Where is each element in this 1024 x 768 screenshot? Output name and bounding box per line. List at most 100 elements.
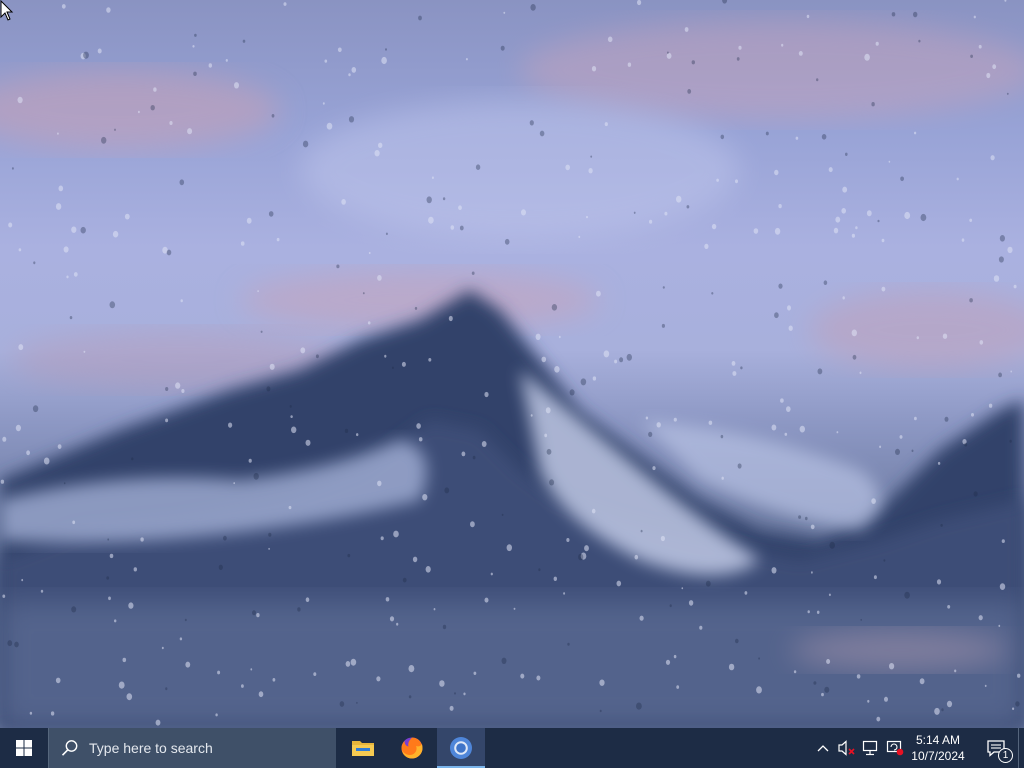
raindrop	[793, 670, 797, 674]
raindrop	[0, 479, 5, 484]
raindrop	[73, 272, 78, 277]
raindrop	[645, 416, 649, 420]
raindrop	[122, 657, 127, 663]
raindrop	[676, 195, 682, 203]
raindrop	[774, 312, 779, 319]
raindrop	[669, 604, 672, 608]
raindrop	[867, 699, 870, 703]
raindrop	[835, 216, 841, 223]
taskbar-app-file-explorer[interactable]	[339, 728, 387, 768]
raindrop	[816, 610, 820, 614]
raindrop	[475, 164, 481, 170]
raindrop	[118, 681, 125, 689]
notification-count-badge: 1	[998, 748, 1013, 763]
raindrop	[871, 498, 876, 504]
network-button[interactable]	[860, 728, 882, 768]
raindrop	[1013, 284, 1017, 289]
raindrop	[350, 658, 357, 666]
raindrop	[341, 199, 346, 205]
raindrop	[348, 116, 355, 123]
raindrop	[433, 608, 436, 611]
raindrop	[356, 433, 359, 437]
raindrop	[940, 523, 943, 527]
raindrop	[422, 494, 428, 501]
raindrop	[29, 711, 33, 715]
raindrop	[1009, 439, 1012, 443]
taskbar-app-firefox[interactable]	[388, 728, 436, 768]
raindrop	[918, 39, 921, 43]
raindrop	[828, 167, 833, 173]
raindrop	[530, 414, 533, 417]
raindrop	[246, 217, 252, 224]
raindrop	[864, 53, 870, 61]
raindrop	[161, 646, 164, 650]
raindrop	[418, 15, 422, 21]
raindrop	[956, 177, 959, 181]
raindrop	[106, 7, 111, 13]
raindrop	[18, 248, 22, 252]
raindrop	[326, 122, 333, 130]
raindrop	[501, 657, 507, 664]
raindrop	[18, 344, 24, 351]
raindrop	[21, 578, 24, 582]
raindrop	[781, 43, 784, 47]
show-desktop-button[interactable]	[1018, 728, 1024, 768]
raindrop	[876, 716, 881, 722]
raindrop	[268, 532, 272, 537]
raindrop	[63, 482, 66, 485]
raindrop	[558, 335, 561, 339]
raindrop	[1012, 707, 1015, 710]
raindrop	[816, 78, 819, 82]
show-hidden-icons-button[interactable]	[812, 728, 834, 768]
raindrop	[426, 196, 432, 204]
raindrop	[899, 435, 903, 439]
taskbar-app-chrome[interactable]	[437, 728, 485, 768]
raindrop	[711, 223, 717, 230]
windows-update-button[interactable]	[884, 728, 906, 768]
raindrop	[664, 211, 668, 216]
raindrop	[225, 59, 228, 62]
raindrop	[988, 403, 993, 408]
raindrop	[691, 60, 695, 65]
raindrop	[554, 366, 560, 373]
raindrop	[973, 491, 978, 497]
raindrop	[588, 168, 593, 174]
raindrop	[179, 179, 185, 186]
raindrop	[253, 472, 259, 480]
raindrop	[546, 448, 552, 455]
action-center-button[interactable]: 1	[978, 728, 1014, 768]
taskbar-search-box[interactable]: Type here to search	[48, 728, 336, 768]
raindrop	[888, 160, 891, 163]
raindrop	[140, 537, 144, 542]
raindrop	[63, 246, 69, 253]
raindrop	[855, 226, 858, 230]
raindrop	[40, 589, 44, 593]
raindrop	[614, 359, 618, 364]
raindrop	[33, 261, 36, 265]
raindrop	[521, 209, 526, 216]
volume-button[interactable]	[836, 728, 858, 768]
raindrop	[376, 676, 381, 682]
raindrop	[490, 572, 493, 576]
raindrop	[175, 382, 181, 389]
taskbar-clock[interactable]: 5:14 AM 10/7/2024	[906, 728, 970, 768]
raindrop	[385, 597, 390, 602]
raindrop	[914, 416, 917, 421]
raindrop	[877, 219, 880, 223]
raindrop	[786, 406, 791, 412]
raindrop	[667, 51, 669, 54]
raindrop	[351, 67, 357, 73]
raindrop	[169, 121, 173, 125]
raindrop	[584, 545, 589, 552]
raindrop	[470, 521, 475, 528]
raindrop	[57, 444, 62, 449]
raindrop	[50, 711, 55, 716]
raindrop	[596, 290, 601, 297]
raindrop	[472, 455, 476, 460]
raindrop	[567, 642, 570, 646]
raindrop	[181, 389, 185, 393]
raindrop	[971, 413, 974, 417]
raindrop	[884, 696, 888, 702]
start-button[interactable]	[0, 728, 48, 768]
raindrop	[101, 136, 107, 144]
